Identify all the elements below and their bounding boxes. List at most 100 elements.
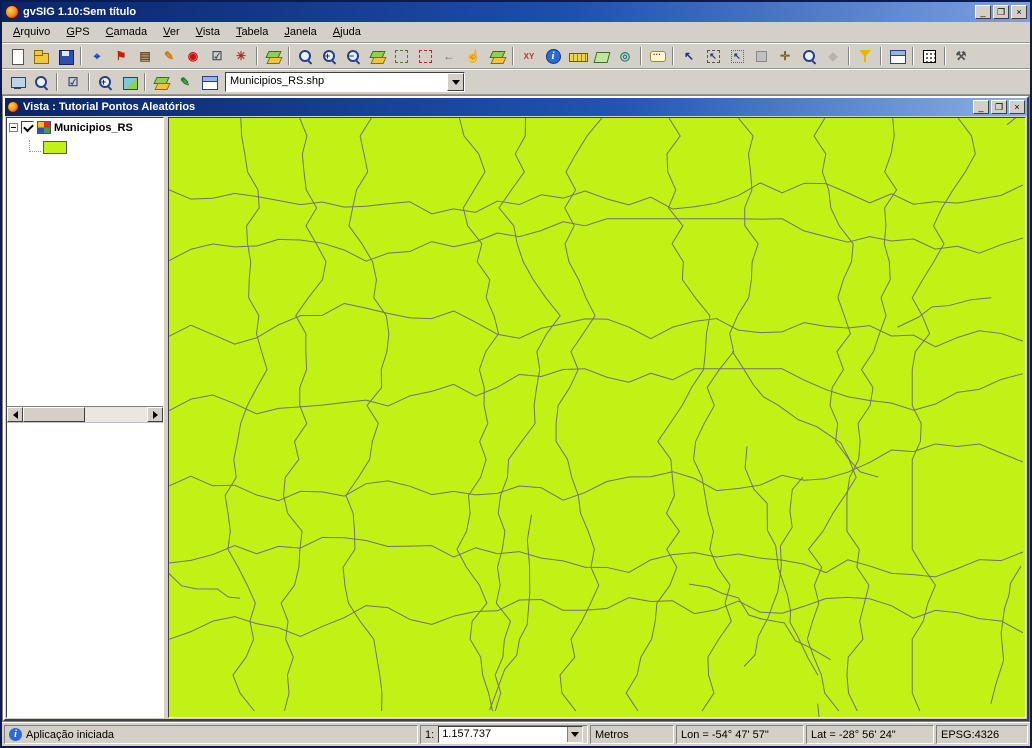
select-layer-icon: ✛ xyxy=(777,48,794,65)
zoom-previous-icon xyxy=(417,48,434,65)
open-project-button[interactable] xyxy=(29,45,53,67)
menu-arquivo[interactable]: Arquivo xyxy=(5,23,58,41)
grid-matrix-icon xyxy=(921,48,938,65)
zoom-selection-button[interactable] xyxy=(389,45,413,67)
gps-route-button[interactable]: ⚑ xyxy=(109,45,133,67)
scale-input[interactable]: 1.157.737 xyxy=(438,726,583,743)
map-view[interactable] xyxy=(168,117,1026,718)
layer-row[interactable]: Municipios_RS xyxy=(9,121,161,134)
filter-button[interactable] xyxy=(853,45,877,67)
new-document-button[interactable] xyxy=(5,45,29,67)
zoom-out-button[interactable]: − xyxy=(341,45,365,67)
pan-button[interactable]: ☝ xyxy=(461,45,485,67)
zoom-raster-button[interactable]: + xyxy=(93,71,117,93)
measure-area-button[interactable] xyxy=(589,45,613,67)
back-icon: ← xyxy=(441,48,458,65)
locator-xy-button[interactable]: XY xyxy=(517,45,541,67)
zoom-previous-button[interactable] xyxy=(413,45,437,67)
back-button[interactable]: ← xyxy=(437,45,461,67)
menu-vista[interactable]: Vista xyxy=(188,23,228,41)
toolbar-separator xyxy=(672,47,674,65)
hyperlink-button[interactable]: ··· xyxy=(645,45,669,67)
toolbar-separator xyxy=(944,47,946,65)
scale-dropdown-button[interactable] xyxy=(567,727,582,742)
latitude-panel: Lat = -28° 56' 24" xyxy=(806,725,934,744)
layer-label[interactable]: Municipios_RS xyxy=(54,122,133,134)
scroll-thumb[interactable] xyxy=(23,407,85,422)
zoom-tool-icon xyxy=(297,48,314,65)
diamond-disabled-button[interactable]: ◆ xyxy=(821,45,845,67)
zoom-full-button[interactable] xyxy=(365,45,389,67)
chevron-down-icon xyxy=(452,80,460,85)
gps-button[interactable]: ⌖ xyxy=(85,45,109,67)
tools-button[interactable]: ⚒ xyxy=(949,45,973,67)
zoom-manager-button[interactable] xyxy=(29,71,53,93)
menu-tabela[interactable]: Tabela xyxy=(228,23,276,41)
menu-camada[interactable]: Camada xyxy=(98,23,156,41)
minimize-button[interactable]: _ xyxy=(975,5,991,19)
save-project-button[interactable] xyxy=(53,45,77,67)
vista-minimize-button[interactable]: _ xyxy=(973,100,989,114)
toolbar-separator xyxy=(512,47,514,65)
app-window: gvSIG 1.10:Sem título _❐× ArquivoGPSCama… xyxy=(0,0,1032,748)
status-message: Aplicação iniciada xyxy=(26,729,114,741)
add-layer-button[interactable] xyxy=(261,45,285,67)
edit-session-button[interactable]: ☑ xyxy=(61,71,85,93)
layout-button[interactable]: ▤ xyxy=(133,45,157,67)
full-extent-button[interactable] xyxy=(485,45,509,67)
select-point-icon: ↖ xyxy=(681,48,698,65)
zoom-tool-button[interactable] xyxy=(293,45,317,67)
menu-ver[interactable]: Ver xyxy=(155,23,188,41)
zoom-in-button[interactable]: + xyxy=(317,45,341,67)
close-button[interactable]: × xyxy=(1011,5,1027,19)
chevron-down-icon xyxy=(571,732,579,737)
vista-close-button[interactable]: × xyxy=(1009,100,1025,114)
menu-ajuda[interactable]: Ajuda xyxy=(325,23,369,41)
select-layer-button[interactable]: ✛ xyxy=(773,45,797,67)
edit-notes-button[interactable]: ☑ xyxy=(205,45,229,67)
symbology-button[interactable]: ✎ xyxy=(173,71,197,93)
record-button[interactable]: ◉ xyxy=(181,45,205,67)
info-button[interactable]: i xyxy=(541,45,565,67)
layer-combo-dropdown-button[interactable] xyxy=(447,73,464,91)
pencil-button[interactable]: ✎ xyxy=(157,45,181,67)
app-titlebar[interactable]: gvSIG 1.10:Sem título _❐× xyxy=(2,2,1030,22)
scroll-track[interactable] xyxy=(23,407,147,422)
export-image-button[interactable] xyxy=(117,71,141,93)
scroll-left-button[interactable] xyxy=(7,407,23,422)
select-disabled-button[interactable] xyxy=(749,45,773,67)
export-layers-button[interactable] xyxy=(149,71,173,93)
toc-panel: Municipios_RS xyxy=(6,117,164,718)
zoom-object-button[interactable] xyxy=(797,45,821,67)
menu-bar: ArquivoGPSCamadaVerVistaTabelaJanelaAjud… xyxy=(2,22,1030,43)
select-point-button[interactable]: ↖ xyxy=(677,45,701,67)
attribute-table-button[interactable] xyxy=(197,71,221,93)
tree-connector xyxy=(29,140,41,152)
view-settings-icon xyxy=(9,74,26,91)
menu-janela[interactable]: Janela xyxy=(276,23,324,41)
scroll-right-button[interactable] xyxy=(147,407,163,422)
pan-icon: ☝ xyxy=(465,48,482,65)
layer-type-icon xyxy=(37,121,51,134)
vista-titlebar[interactable]: Vista : Tutorial Pontos Aleatórios _❐× xyxy=(5,98,1027,116)
layer-combo[interactable]: Municipios_RS.shp xyxy=(225,72,465,92)
filter-icon xyxy=(857,48,874,65)
select-rect-button[interactable]: ↖ xyxy=(701,45,725,67)
geoprocess-icon: ✳ xyxy=(233,48,250,65)
menu-gps[interactable]: GPS xyxy=(58,23,97,41)
select-polygon-button[interactable]: ↖ xyxy=(725,45,749,67)
layer-checkbox[interactable] xyxy=(21,121,34,134)
event-theme-button[interactable] xyxy=(885,45,909,67)
geoprocess-button[interactable]: ✳ xyxy=(229,45,253,67)
vista-restore-button[interactable]: ❐ xyxy=(991,100,1007,114)
open-project-icon xyxy=(33,48,50,65)
toolbar-separator xyxy=(256,47,258,65)
tree-expander-icon[interactable] xyxy=(9,123,18,132)
restore-button[interactable]: ❐ xyxy=(993,5,1009,19)
view-settings-button[interactable] xyxy=(5,71,29,93)
center-view-button[interactable]: ◎ xyxy=(613,45,637,67)
measure-distance-button[interactable] xyxy=(565,45,589,67)
select-polygon-icon: ↖ xyxy=(729,48,746,65)
toc-hscrollbar[interactable] xyxy=(7,406,163,422)
grid-matrix-button[interactable] xyxy=(917,45,941,67)
